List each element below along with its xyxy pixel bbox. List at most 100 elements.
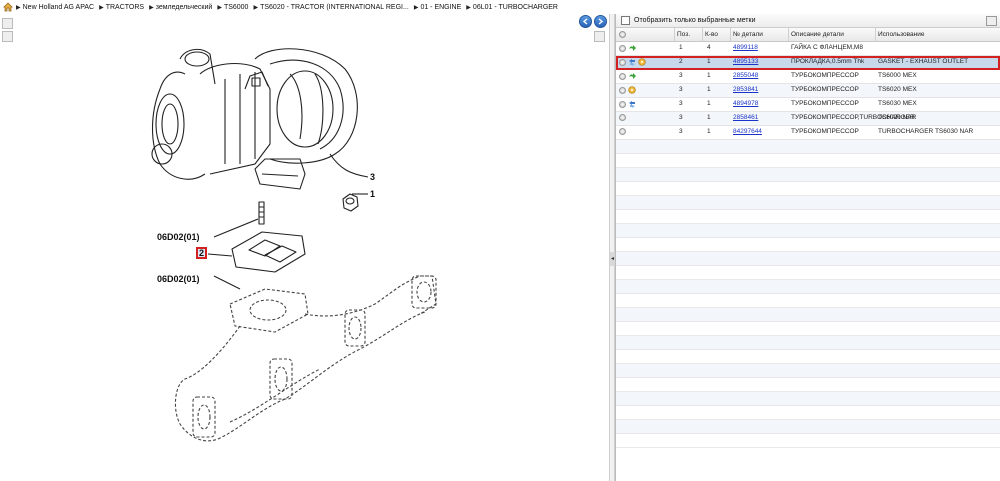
empty-table-row	[616, 182, 1000, 196]
empty-table-row	[616, 434, 1000, 448]
table-row[interactable]: 3 1 2853841 ТУРБОКОМПРЕССОР TS6020 MEX	[616, 84, 1000, 98]
part-number-link[interactable]: 4899118	[733, 44, 758, 51]
info-icon[interactable]	[619, 58, 626, 66]
row-usage: TS6000 MEX	[878, 72, 917, 79]
table-row-selected[interactable]: 2 1 4895133 ПРОКЛАДКА,0.5mm Thk GASKET - EXH…	[616, 56, 1000, 70]
part-number-link[interactable]: 4894978	[733, 100, 758, 107]
row-pos: 1	[679, 44, 683, 51]
empty-table-row	[616, 210, 1000, 224]
callout-2-selected[interactable]: 2	[196, 247, 207, 259]
row-description: ТУРБОКОМПРЕССОР	[791, 100, 859, 107]
row-icons	[616, 70, 675, 83]
table-row[interactable]: 1 4 4899118 ГАЙКА С ФЛАНЦЕМ,M8	[616, 42, 1000, 56]
row-qty: 1	[707, 58, 711, 65]
info-icon[interactable]	[619, 86, 626, 94]
empty-table-row	[616, 154, 1000, 168]
empty-table-row	[616, 294, 1000, 308]
info-icon[interactable]	[619, 100, 626, 108]
row-part-number[interactable]: 4895133	[731, 56, 789, 69]
row-part-number[interactable]: 84297644	[731, 126, 789, 139]
row-usage: TURBOCHARGER TS6030 NAR	[878, 128, 974, 135]
gear-coin-icon[interactable]	[638, 58, 646, 66]
row-icons	[616, 98, 675, 111]
empty-table-row	[616, 266, 1000, 280]
empty-table-row	[616, 238, 1000, 252]
blue-swap-icon[interactable]	[628, 100, 636, 108]
table-row[interactable]: 3 1 4894978 ТУРБОКОМПРЕССОР TS6030 MEX	[616, 98, 1000, 112]
parts-table-header: Поз. К-во № детали Описание детали Испол…	[616, 28, 1000, 42]
breadcrumb-item-series[interactable]: ▶ TS6000	[217, 4, 248, 11]
row-description: ТУРБОКОМПРЕССОР	[791, 86, 859, 93]
row-pos: 3	[679, 114, 683, 121]
parts-table-empty-area	[616, 140, 1000, 448]
green-arrow-icon[interactable]	[628, 72, 636, 80]
show-selected-only-label: Отобразить только выбранные метки	[634, 17, 756, 24]
row-icons	[616, 112, 675, 125]
row-qty: 1	[707, 128, 711, 135]
reference-label-bottom[interactable]: 06D02(01)	[157, 274, 200, 284]
row-part-number[interactable]: 2853841	[731, 84, 789, 97]
header-pos[interactable]: Поз.	[675, 28, 703, 41]
part-number-link[interactable]: 2853841	[733, 86, 758, 93]
header-description[interactable]: Описание детали	[789, 28, 876, 41]
empty-table-row	[616, 308, 1000, 322]
callout-1[interactable]: 1	[370, 189, 375, 199]
row-qty: 1	[707, 114, 711, 121]
table-row[interactable]: 3 1 84297644 ТУРБОКОМПРЕССОР TURBOCHARGER TS…	[616, 126, 1000, 140]
row-usage: TS6020 MEX	[878, 86, 917, 93]
info-icon[interactable]	[619, 128, 626, 135]
callout-3[interactable]: 3	[370, 172, 375, 182]
green-arrow-icon[interactable]	[628, 44, 636, 52]
header-part-number[interactable]: № детали	[731, 28, 789, 41]
breadcrumb-item-type[interactable]: ▶ земледельческий	[149, 4, 212, 11]
row-qty: 1	[707, 86, 711, 93]
info-icon[interactable]	[619, 114, 626, 121]
row-description: ТУРБОКОМПРЕССОР	[791, 128, 859, 135]
row-pos: 3	[679, 86, 683, 93]
row-description: ТУРБОКОМПРЕССОР	[791, 72, 859, 79]
part-number-link[interactable]: 2858461	[733, 114, 758, 121]
breadcrumb-item-model[interactable]: ▶ TS6020 - TRACTOR (INTERNATIONAL REGI...	[253, 4, 408, 11]
breadcrumb-item-section[interactable]: ▶ 06L01 - TURBOCHARGER	[466, 4, 558, 11]
empty-table-row	[616, 378, 1000, 392]
row-usage: TS6030 MEX	[878, 100, 917, 107]
info-icon[interactable]	[619, 72, 626, 80]
row-part-number[interactable]: 4899118	[731, 42, 789, 55]
row-pos: 2	[679, 58, 683, 65]
part-number-link[interactable]: 4895133	[733, 58, 758, 65]
header-icons	[616, 28, 675, 41]
row-part-number[interactable]: 4894978	[731, 98, 789, 111]
row-usage: GASKET - EXHAUST OUTLET	[878, 58, 969, 65]
row-part-number[interactable]: 2855048	[731, 70, 789, 83]
breadcrumb-item-category[interactable]: ▶ TRACTORS	[99, 4, 144, 11]
header-qty[interactable]: К-во	[703, 28, 731, 41]
row-pos: 3	[679, 100, 683, 107]
empty-table-row	[616, 420, 1000, 434]
row-qty: 1	[707, 100, 711, 107]
row-part-number[interactable]: 2858461	[731, 112, 789, 125]
reference-label-top[interactable]: 06D02(01)	[157, 232, 200, 242]
empty-table-row	[616, 140, 1000, 154]
breadcrumb-item-group[interactable]: ▶ 01 - ENGINE	[414, 4, 461, 11]
blue-swap-icon[interactable]	[628, 58, 636, 66]
breadcrumb-item-brand[interactable]: ▶ New Holland AG APAC	[16, 4, 94, 11]
row-description: ПРОКЛАДКА,0.5mm Thk	[791, 58, 865, 65]
row-qty: 4	[707, 44, 711, 51]
empty-table-row	[616, 252, 1000, 266]
gear-coin-icon[interactable]	[628, 86, 636, 94]
table-row[interactable]: 3 1 2858461 ТУРБОКОМПРЕССОР,TURBOCHARGER TS6…	[616, 112, 1000, 126]
home-icon[interactable]	[3, 2, 13, 12]
turbocharger-drawing: 3 1 06D02(01) 06D02(01)	[151, 48, 437, 442]
show-selected-only-checkbox[interactable]	[621, 16, 630, 25]
empty-table-row	[616, 392, 1000, 406]
row-pos: 3	[679, 72, 683, 79]
row-usage	[876, 42, 1000, 55]
filter-bar: Отобразить только выбранные метки	[616, 14, 1000, 28]
empty-table-row	[616, 406, 1000, 420]
part-number-link[interactable]: 2855048	[733, 72, 758, 79]
info-icon[interactable]	[619, 44, 626, 52]
export-icon[interactable]	[986, 16, 997, 26]
part-number-link[interactable]: 84297644	[733, 128, 762, 135]
header-usage[interactable]: Использование	[876, 28, 1000, 41]
table-row[interactable]: 3 1 2855048 ТУРБОКОМПРЕССОР TS6000 MEX	[616, 70, 1000, 84]
